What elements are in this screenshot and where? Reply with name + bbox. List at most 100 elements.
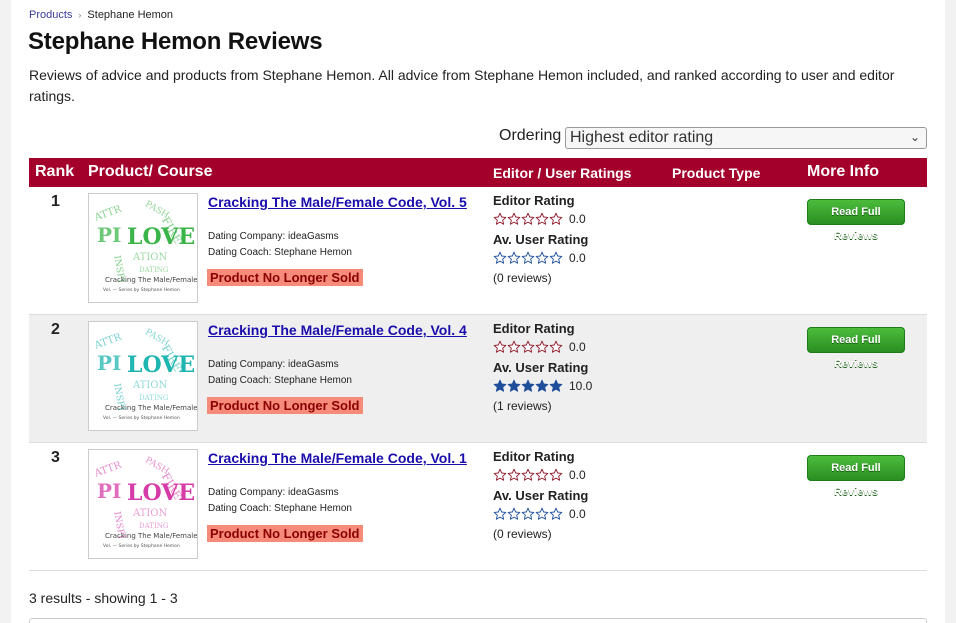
star-icon xyxy=(535,340,549,353)
star-icon xyxy=(549,468,563,481)
editor-rating-label: Editor Rating xyxy=(493,193,575,208)
breadcrumb-current: Stephane Hemon xyxy=(87,9,174,21)
chevron-down-icon: ⌄ xyxy=(909,130,920,144)
svg-text:DATING: DATING xyxy=(139,394,169,402)
user-rating-label: Av. User Rating xyxy=(493,488,589,503)
ordering-selected-value: Highest editor rating xyxy=(570,129,714,146)
star-icon xyxy=(521,468,535,481)
product-title-link[interactable]: Cracking The Male/Female Code, Vol. 5 xyxy=(208,195,470,210)
read-full-reviews-button[interactable]: Read Full Reviews xyxy=(807,327,905,370)
svg-text:DATING: DATING xyxy=(139,266,169,274)
rank-number: 3 xyxy=(51,449,60,466)
user-rating-label: Av. User Rating xyxy=(493,232,589,247)
rank-number: 1 xyxy=(51,193,60,210)
svg-text:Vol. — Series by Stephane Hemo: Vol. — Series by Stephane Hemon xyxy=(103,543,180,549)
star-icon xyxy=(507,468,521,481)
editor-rating-score: 0.0 xyxy=(569,340,586,354)
star-icon xyxy=(507,251,521,264)
user-rating-stars: 0.0 xyxy=(493,507,586,521)
svg-text:ATION: ATION xyxy=(132,508,167,519)
review-count: (0 reviews) xyxy=(493,271,552,285)
star-icon xyxy=(549,340,563,353)
status-badge: Product No Longer Sold xyxy=(207,269,363,286)
star-icon xyxy=(535,507,549,520)
header-more-info: More Info xyxy=(807,163,879,180)
user-rating-stars: 10.0 xyxy=(493,379,592,393)
read-full-reviews-button[interactable]: Read Full Reviews xyxy=(807,455,905,498)
svg-text:DATING: DATING xyxy=(139,522,169,530)
ordering-select[interactable]: Highest editor rating ⌄ xyxy=(565,127,927,149)
dating-company: Dating Company: ideaGasms xyxy=(208,231,339,242)
star-icon xyxy=(521,340,535,353)
user-rating-score: 10.0 xyxy=(569,379,593,393)
svg-text:PI: PI xyxy=(97,479,121,503)
star-icon xyxy=(549,379,563,392)
svg-text:LOVE: LOVE xyxy=(127,224,195,250)
star-icon xyxy=(549,212,563,225)
read-full-reviews-button[interactable]: Read Full Reviews xyxy=(807,199,905,242)
header-product: Product/ Course xyxy=(88,163,213,180)
intro-text: Reviews of advice and products from Step… xyxy=(29,67,895,104)
editor-rating-score: 0.0 xyxy=(569,212,586,226)
table-header: Rank Product/ Course Editor / User Ratin… xyxy=(29,158,927,187)
user-rating-score: 0.0 xyxy=(569,507,586,521)
star-icon xyxy=(507,212,521,225)
breadcrumb-separator-icon: › xyxy=(78,10,82,20)
editor-rating-label: Editor Rating xyxy=(493,321,575,336)
svg-text:ATION: ATION xyxy=(132,252,167,263)
product-cover-image: ATTR PASHPI LOVEFIREINSPI ATIONDATINGCracki… xyxy=(89,450,197,558)
product-thumbnail[interactable]: ATTR PASH PI LOVE FIRE INSPI ATION DATING Cracki… xyxy=(88,321,198,431)
star-icon xyxy=(521,212,535,225)
star-icon xyxy=(535,379,549,392)
star-icon xyxy=(493,340,507,353)
table-row: 3 ATTR PASH PI LOVE FIRE INSPI ATION DATING Crack… xyxy=(29,443,927,571)
star-icon xyxy=(549,507,563,520)
star-icon xyxy=(493,468,507,481)
svg-text:Cracking The Male/Female Code: Cracking The Male/Female Code xyxy=(105,276,197,284)
svg-text:Vol. — Series by Stephane Hemo: Vol. — Series by Stephane Hemon xyxy=(103,287,180,293)
breadcrumb: Products › Stephane Hemon xyxy=(29,9,173,21)
dating-coach: Dating Coach: Stephane Hemon xyxy=(208,503,352,514)
editor-rating-score: 0.0 xyxy=(569,468,586,482)
star-icon xyxy=(549,251,563,264)
review-count: (1 reviews) xyxy=(493,399,552,413)
svg-text:PI: PI xyxy=(97,351,121,375)
rank-number: 2 xyxy=(51,321,60,338)
svg-text:Vol. — Series by Stephane Hemo: Vol. — Series by Stephane Hemon xyxy=(103,415,180,421)
dating-coach: Dating Coach: Stephane Hemon xyxy=(208,247,352,258)
star-icon xyxy=(507,507,521,520)
star-icon xyxy=(493,251,507,264)
star-icon xyxy=(535,468,549,481)
editor-rating-stars: 0.0 xyxy=(493,468,586,482)
product-thumbnail[interactable]: ATTR PASH PI LOVE FIRE INSPI ATION DATING Cracki… xyxy=(88,449,198,559)
editor-rating-stars: 0.0 xyxy=(493,212,586,226)
header-ratings: Editor / User Ratings xyxy=(493,165,632,181)
star-icon xyxy=(521,251,535,264)
user-rating-label: Av. User Rating xyxy=(493,360,589,375)
user-rating-score: 0.0 xyxy=(569,251,586,265)
star-icon xyxy=(521,507,535,520)
product-title-link[interactable]: Cracking The Male/Female Code, Vol. 1 xyxy=(208,451,470,466)
status-badge: Product No Longer Sold xyxy=(207,397,363,414)
product-title-link[interactable]: Cracking The Male/Female Code, Vol. 4 xyxy=(208,323,470,338)
product-thumbnail[interactable]: ATTR PASH PI LOVE FIRE INSPI ATION DATING Cracki… xyxy=(88,193,198,303)
svg-text:LOVE: LOVE xyxy=(127,480,195,506)
star-icon xyxy=(493,212,507,225)
star-icon xyxy=(507,379,521,392)
results-summary: 3 results - showing 1 - 3 xyxy=(29,590,178,606)
editor-rating-stars: 0.0 xyxy=(493,340,586,354)
ordering-label: Ordering xyxy=(499,127,562,144)
bottom-panel xyxy=(29,618,927,623)
star-icon xyxy=(493,379,507,392)
svg-text:Cracking The Male/Female Code: Cracking The Male/Female Code xyxy=(105,404,197,412)
breadcrumb-products-link[interactable]: Products xyxy=(29,9,72,21)
star-icon xyxy=(507,340,521,353)
product-cover-image: ATTR PASHPI LOVEFIREINSPI ATIONDATINGCracki… xyxy=(89,322,197,430)
table-row: 1 ATTR PASH PI LOVE FIRE INSPI ATION DATING Crack… xyxy=(29,187,927,315)
dating-company: Dating Company: ideaGasms xyxy=(208,487,339,498)
svg-text:Cracking The Male/Female Code: Cracking The Male/Female Code xyxy=(105,532,197,540)
header-rank: Rank xyxy=(35,163,75,180)
user-rating-stars: 0.0 xyxy=(493,251,586,265)
star-icon xyxy=(493,507,507,520)
review-count: (0 reviews) xyxy=(493,527,552,541)
